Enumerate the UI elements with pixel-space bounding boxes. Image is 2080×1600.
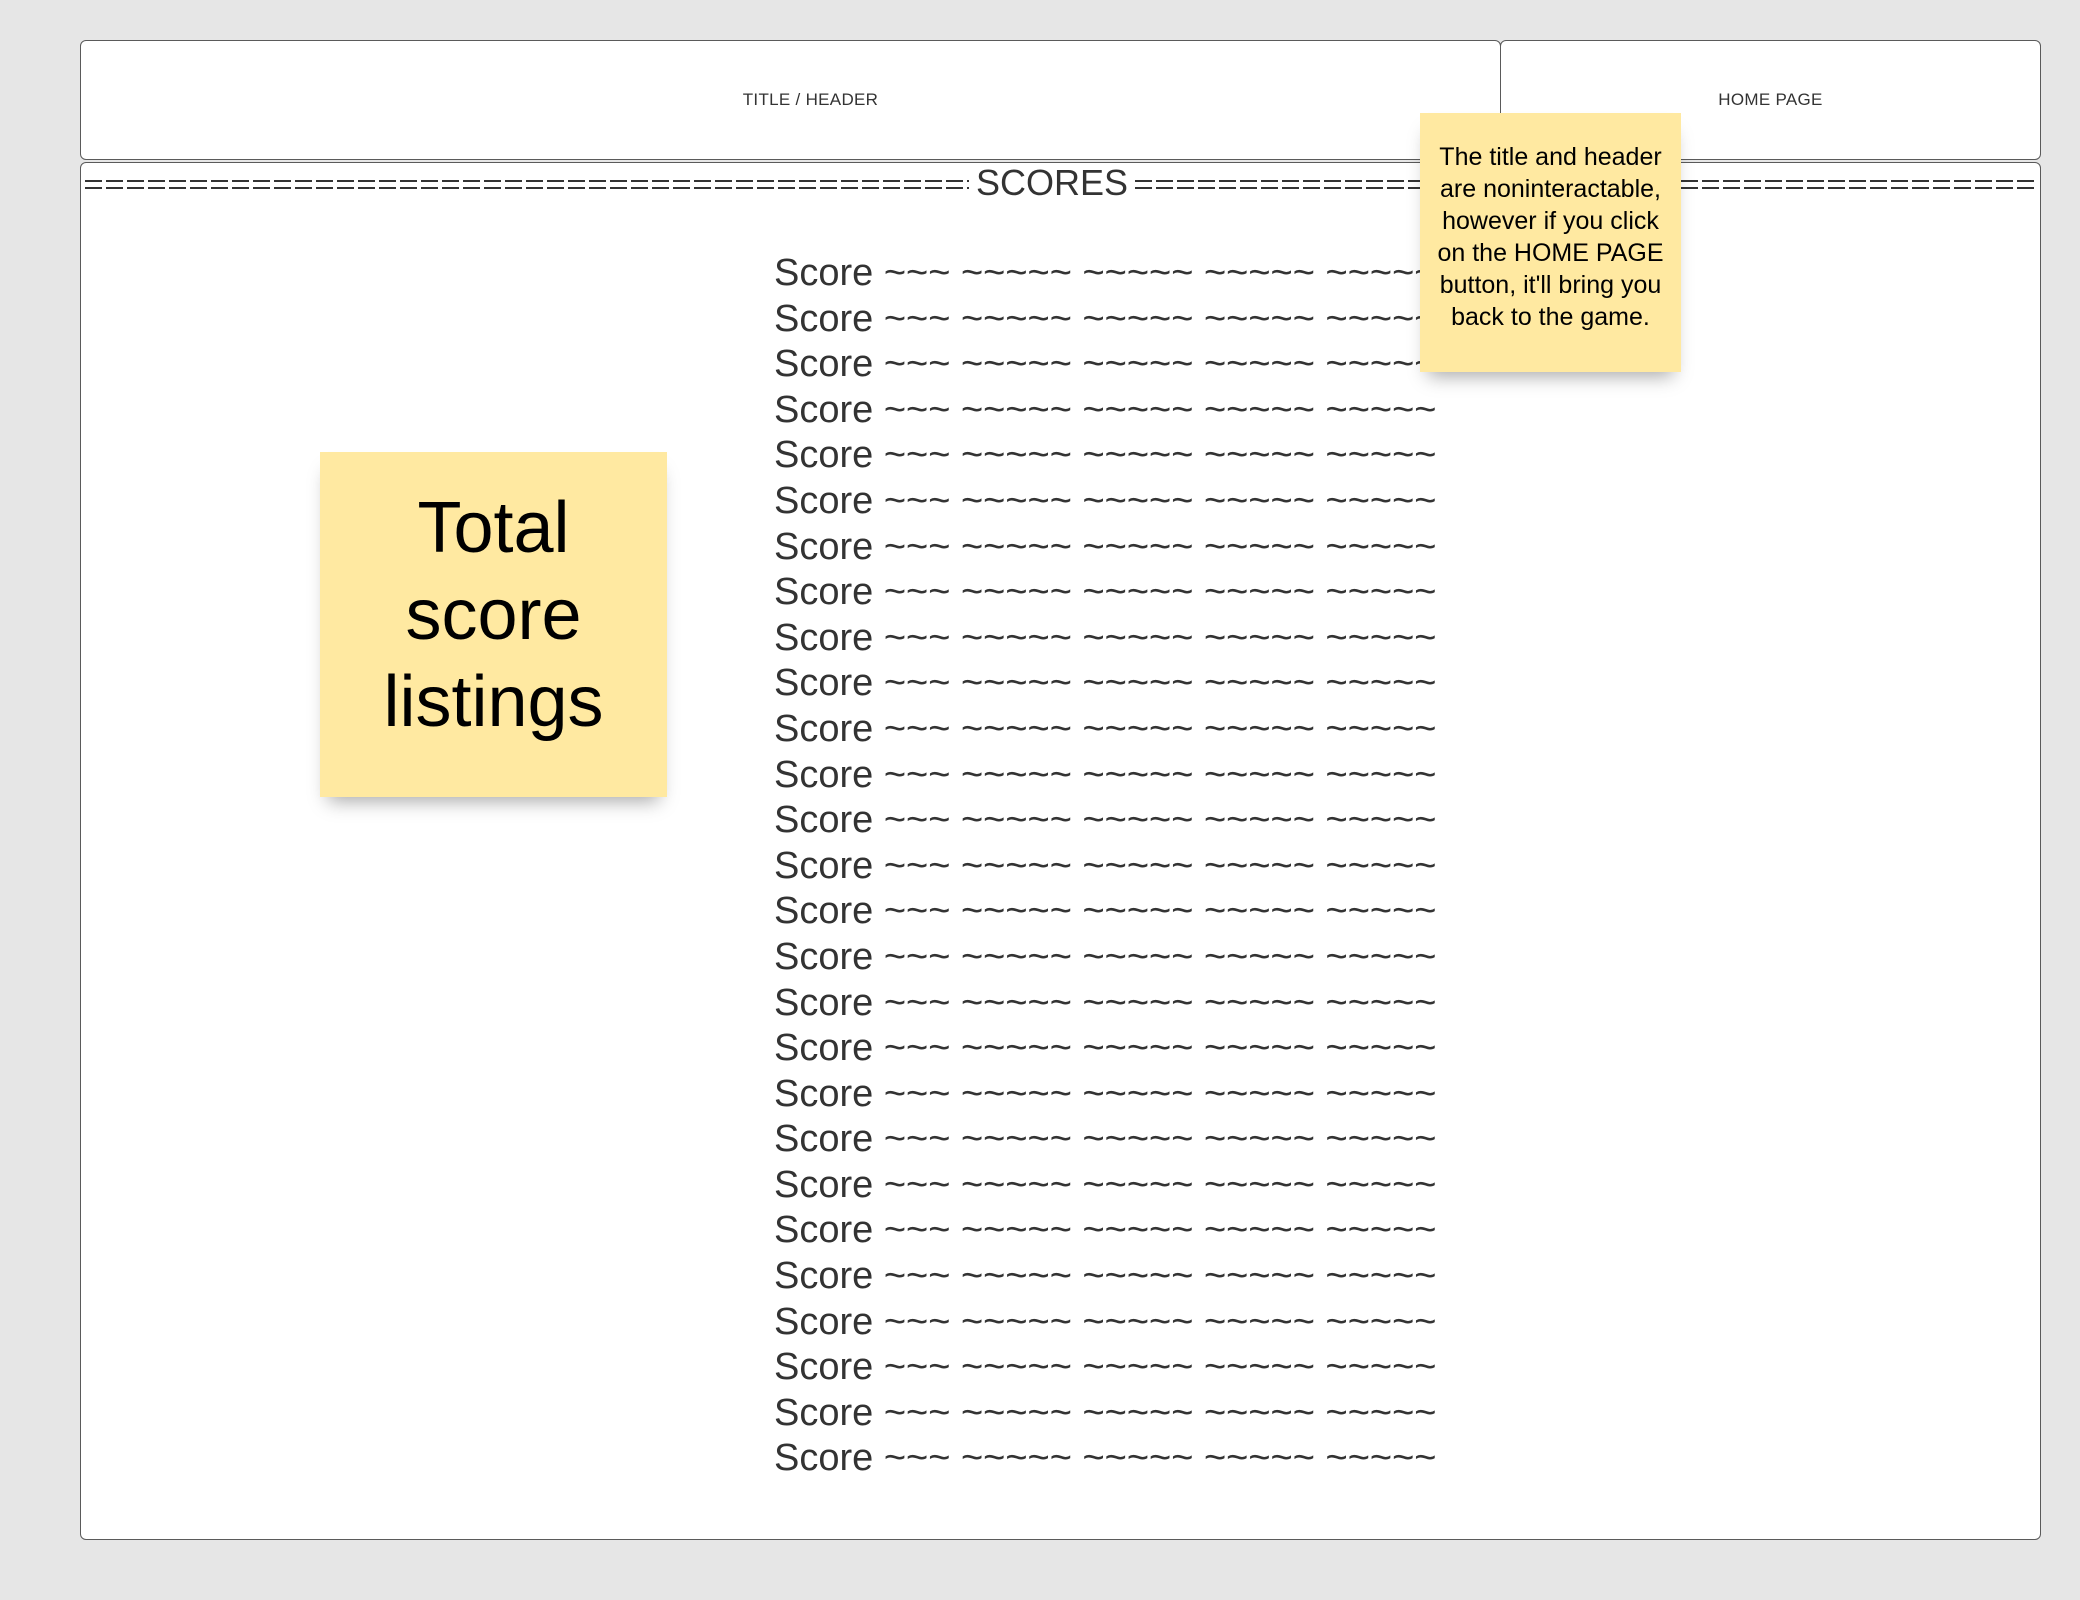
score-row: Score ~~~ ~~~~~ ~~~~~ ~~~~~ ~~~~~	[774, 1346, 1437, 1389]
sticky-note-text: The title and header are noninteractable…	[1437, 143, 1664, 331]
score-row: Score ~~~ ~~~~~ ~~~~~ ~~~~~ ~~~~~	[774, 1118, 1437, 1161]
sticky-note-header-info: The title and header are noninteractable…	[1420, 113, 1681, 372]
score-row: Score ~~~ ~~~~~ ~~~~~ ~~~~~ ~~~~~	[774, 616, 1437, 659]
score-row: Score ~~~ ~~~~~ ~~~~~ ~~~~~ ~~~~~	[774, 844, 1437, 887]
score-row: Score ~~~ ~~~~~ ~~~~~ ~~~~~ ~~~~~	[774, 1163, 1437, 1206]
score-list: Score ~~~ ~~~~~ ~~~~~ ~~~~~ ~~~~~ Score ~…	[774, 251, 1436, 1482]
sticky-note-text: Total score listings	[383, 488, 604, 742]
title-header-box: TITLE / HEADER	[80, 40, 1501, 160]
score-row: Score ~~~ ~~~~~ ~~~~~ ~~~~~ ~~~~~	[774, 343, 1437, 386]
score-row: Score ~~~ ~~~~~ ~~~~~ ~~~~~ ~~~~~	[774, 753, 1437, 796]
score-row: Score ~~~ ~~~~~ ~~~~~ ~~~~~ ~~~~~	[774, 662, 1437, 705]
score-row: Score ~~~ ~~~~~ ~~~~~ ~~~~~ ~~~~~	[774, 1072, 1437, 1115]
score-row: Score ~~~ ~~~~~ ~~~~~ ~~~~~ ~~~~~	[774, 1300, 1437, 1343]
score-row: Score ~~~ ~~~~~ ~~~~~ ~~~~~ ~~~~~	[774, 935, 1437, 978]
home-page-button-label: HOME PAGE	[1718, 90, 1823, 109]
score-row: Score ~~~ ~~~~~ ~~~~~ ~~~~~ ~~~~~	[774, 1027, 1437, 1070]
score-row: Score ~~~ ~~~~~ ~~~~~ ~~~~~ ~~~~~	[774, 252, 1437, 294]
score-row: Score ~~~ ~~~~~ ~~~~~ ~~~~~ ~~~~~	[774, 1255, 1437, 1298]
score-row: Score ~~~ ~~~~~ ~~~~~ ~~~~~ ~~~~~	[774, 434, 1437, 477]
score-row: Score ~~~ ~~~~~ ~~~~~ ~~~~~ ~~~~~	[774, 1437, 1437, 1480]
score-row: Score ~~~ ~~~~~ ~~~~~ ~~~~~ ~~~~~	[774, 479, 1437, 522]
score-row: Score ~~~ ~~~~~ ~~~~~ ~~~~~ ~~~~~	[774, 525, 1437, 568]
score-row: Score ~~~ ~~~~~ ~~~~~ ~~~~~ ~~~~~	[774, 981, 1437, 1024]
page-title: TITLE / HEADER	[742, 90, 879, 109]
score-row: Score ~~~ ~~~~~ ~~~~~ ~~~~~ ~~~~~	[774, 707, 1437, 750]
score-row: Score ~~~ ~~~~~ ~~~~~ ~~~~~ ~~~~~	[774, 1391, 1437, 1434]
banner-rule-left	[85, 176, 969, 194]
score-row: Score ~~~ ~~~~~ ~~~~~ ~~~~~ ~~~~~	[774, 297, 1437, 340]
sticky-note-total-listings: Total score listings	[320, 452, 667, 797]
score-row: Score ~~~ ~~~~~ ~~~~~ ~~~~~ ~~~~~	[774, 799, 1437, 842]
score-row: Score ~~~ ~~~~~ ~~~~~ ~~~~~ ~~~~~	[774, 890, 1437, 933]
score-row: Score ~~~ ~~~~~ ~~~~~ ~~~~~ ~~~~~	[774, 1209, 1437, 1252]
scores-heading: SCORES	[975, 163, 1129, 203]
scores-panel: SCORES Score ~~~ ~~~~~ ~~~~~ ~~~~~ ~~~~~…	[80, 162, 2041, 1540]
score-row: Score ~~~ ~~~~~ ~~~~~ ~~~~~ ~~~~~	[774, 571, 1437, 614]
score-row: Score ~~~ ~~~~~ ~~~~~ ~~~~~ ~~~~~	[774, 388, 1437, 431]
scores-banner: SCORES	[81, 163, 2040, 205]
